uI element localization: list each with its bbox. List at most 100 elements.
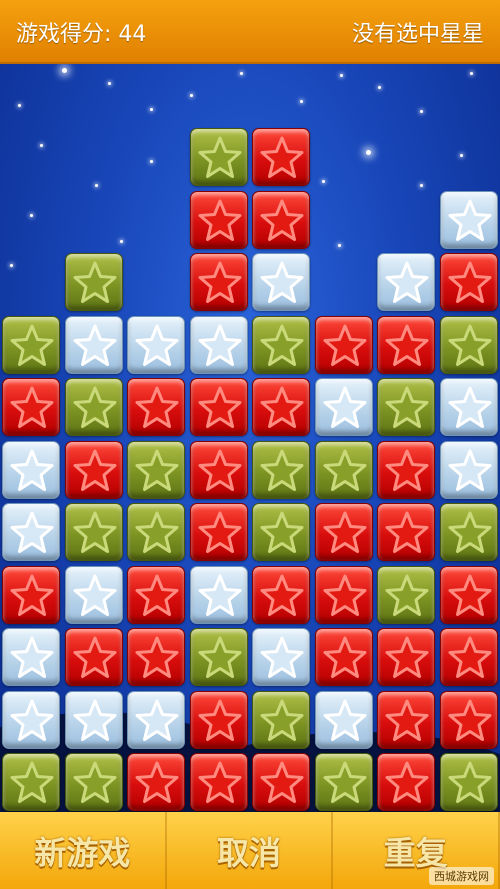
star-icon [73, 636, 116, 678]
star-tile-red[interactable] [377, 628, 435, 686]
star-icon [260, 761, 304, 803]
star-tile-red[interactable] [314, 503, 373, 561]
star-icon [323, 386, 366, 428]
star-tile-green[interactable] [252, 440, 310, 499]
star-tile-green[interactable] [439, 753, 498, 811]
star-icon [10, 761, 54, 803]
star-tile-red[interactable] [64, 440, 123, 499]
star-tile-red[interactable] [252, 128, 310, 186]
star-tile-red[interactable] [314, 628, 373, 686]
star-tile-blue[interactable] [252, 253, 310, 311]
star-tile-green[interactable] [252, 315, 310, 374]
star-tile-blue[interactable] [314, 690, 373, 749]
star-icon [448, 574, 491, 616]
star-tile-red[interactable] [377, 503, 435, 561]
star-tile-red[interactable] [189, 190, 248, 249]
star-icon [385, 761, 429, 803]
star-icon [135, 761, 179, 803]
star-tile-red[interactable] [439, 565, 498, 624]
star-tile-red[interactable] [314, 315, 373, 374]
star-tile-red[interactable] [377, 753, 435, 811]
star-tile-blue[interactable] [127, 315, 185, 374]
star-tile-green[interactable] [127, 503, 185, 561]
star-icon [260, 636, 304, 678]
star-icon [198, 261, 241, 303]
star-icon [10, 574, 54, 616]
star-tile-red[interactable] [189, 378, 248, 436]
star-tile-red[interactable] [127, 565, 185, 624]
star-tile-green[interactable] [189, 128, 248, 186]
star-tile-green[interactable] [64, 503, 123, 561]
star-tile-green[interactable] [377, 378, 435, 436]
star-tile-green[interactable] [252, 503, 310, 561]
star-tile-green[interactable] [252, 690, 310, 749]
star-tile-blue[interactable] [127, 690, 185, 749]
new-game-button[interactable]: 新游戏 [0, 812, 167, 889]
star-tile-green[interactable] [314, 440, 373, 499]
star-tile-red[interactable] [127, 378, 185, 436]
star-tile-blue[interactable] [314, 378, 373, 436]
star-tile-red[interactable] [127, 628, 185, 686]
star-icon [260, 699, 304, 741]
star-tile-green[interactable] [2, 315, 60, 374]
star-tile-red[interactable] [127, 753, 185, 811]
star-tile-blue[interactable] [377, 253, 435, 311]
star-tile-red[interactable] [439, 253, 498, 311]
star-icon [73, 699, 116, 741]
star-tile-blue[interactable] [439, 440, 498, 499]
star-icon [198, 136, 241, 178]
star-icon [73, 574, 116, 616]
star-tile-blue[interactable] [64, 690, 123, 749]
star-tile-red[interactable] [189, 503, 248, 561]
star-tile-green[interactable] [439, 503, 498, 561]
star-icon [198, 511, 241, 553]
star-tile-blue[interactable] [2, 628, 60, 686]
top-bar: 游戏得分: 44 没有选中星星 [0, 0, 500, 64]
star-tile-red[interactable] [189, 440, 248, 499]
star-tile-red[interactable] [2, 378, 60, 436]
star-tile-red[interactable] [377, 440, 435, 499]
star-tile-blue[interactable] [439, 378, 498, 436]
star-tile-green[interactable] [127, 440, 185, 499]
star-tile-blue[interactable] [189, 565, 248, 624]
star-tile-blue[interactable] [439, 190, 498, 249]
star-tile-red[interactable] [439, 690, 498, 749]
star-tile-blue[interactable] [64, 565, 123, 624]
star-icon [385, 324, 429, 366]
star-icon [135, 449, 179, 491]
star-tile-green[interactable] [64, 378, 123, 436]
star-tile-green[interactable] [64, 253, 123, 311]
star-tile-red[interactable] [189, 690, 248, 749]
star-tile-red[interactable] [377, 690, 435, 749]
star-icon [448, 449, 491, 491]
star-tile-red[interactable] [252, 753, 310, 811]
star-tile-green[interactable] [439, 315, 498, 374]
star-tile-red[interactable] [439, 628, 498, 686]
cancel-button[interactable]: 取消 [167, 812, 334, 889]
star-tile-blue[interactable] [189, 315, 248, 374]
star-tile-blue[interactable] [2, 440, 60, 499]
star-tile-blue[interactable] [2, 690, 60, 749]
star-tile-green[interactable] [377, 565, 435, 624]
star-tile-blue[interactable] [2, 503, 60, 561]
star-tile-red[interactable] [314, 565, 373, 624]
star-icon [323, 511, 366, 553]
star-tile-red[interactable] [189, 753, 248, 811]
star-tile-red[interactable] [189, 253, 248, 311]
star-icon [10, 386, 54, 428]
star-icon [385, 449, 429, 491]
star-tile-red[interactable] [252, 378, 310, 436]
star-tile-blue[interactable] [64, 315, 123, 374]
star-tile-red[interactable] [252, 190, 310, 249]
star-tile-green[interactable] [314, 753, 373, 811]
star-tile-green[interactable] [64, 753, 123, 811]
star-icon [135, 699, 179, 741]
star-tile-green[interactable] [189, 628, 248, 686]
star-tile-red[interactable] [377, 315, 435, 374]
star-tile-red[interactable] [2, 565, 60, 624]
star-tile-red[interactable] [64, 628, 123, 686]
star-tile-green[interactable] [2, 753, 60, 811]
star-tile-blue[interactable] [252, 628, 310, 686]
star-tile-red[interactable] [252, 565, 310, 624]
star-icon [135, 386, 179, 428]
